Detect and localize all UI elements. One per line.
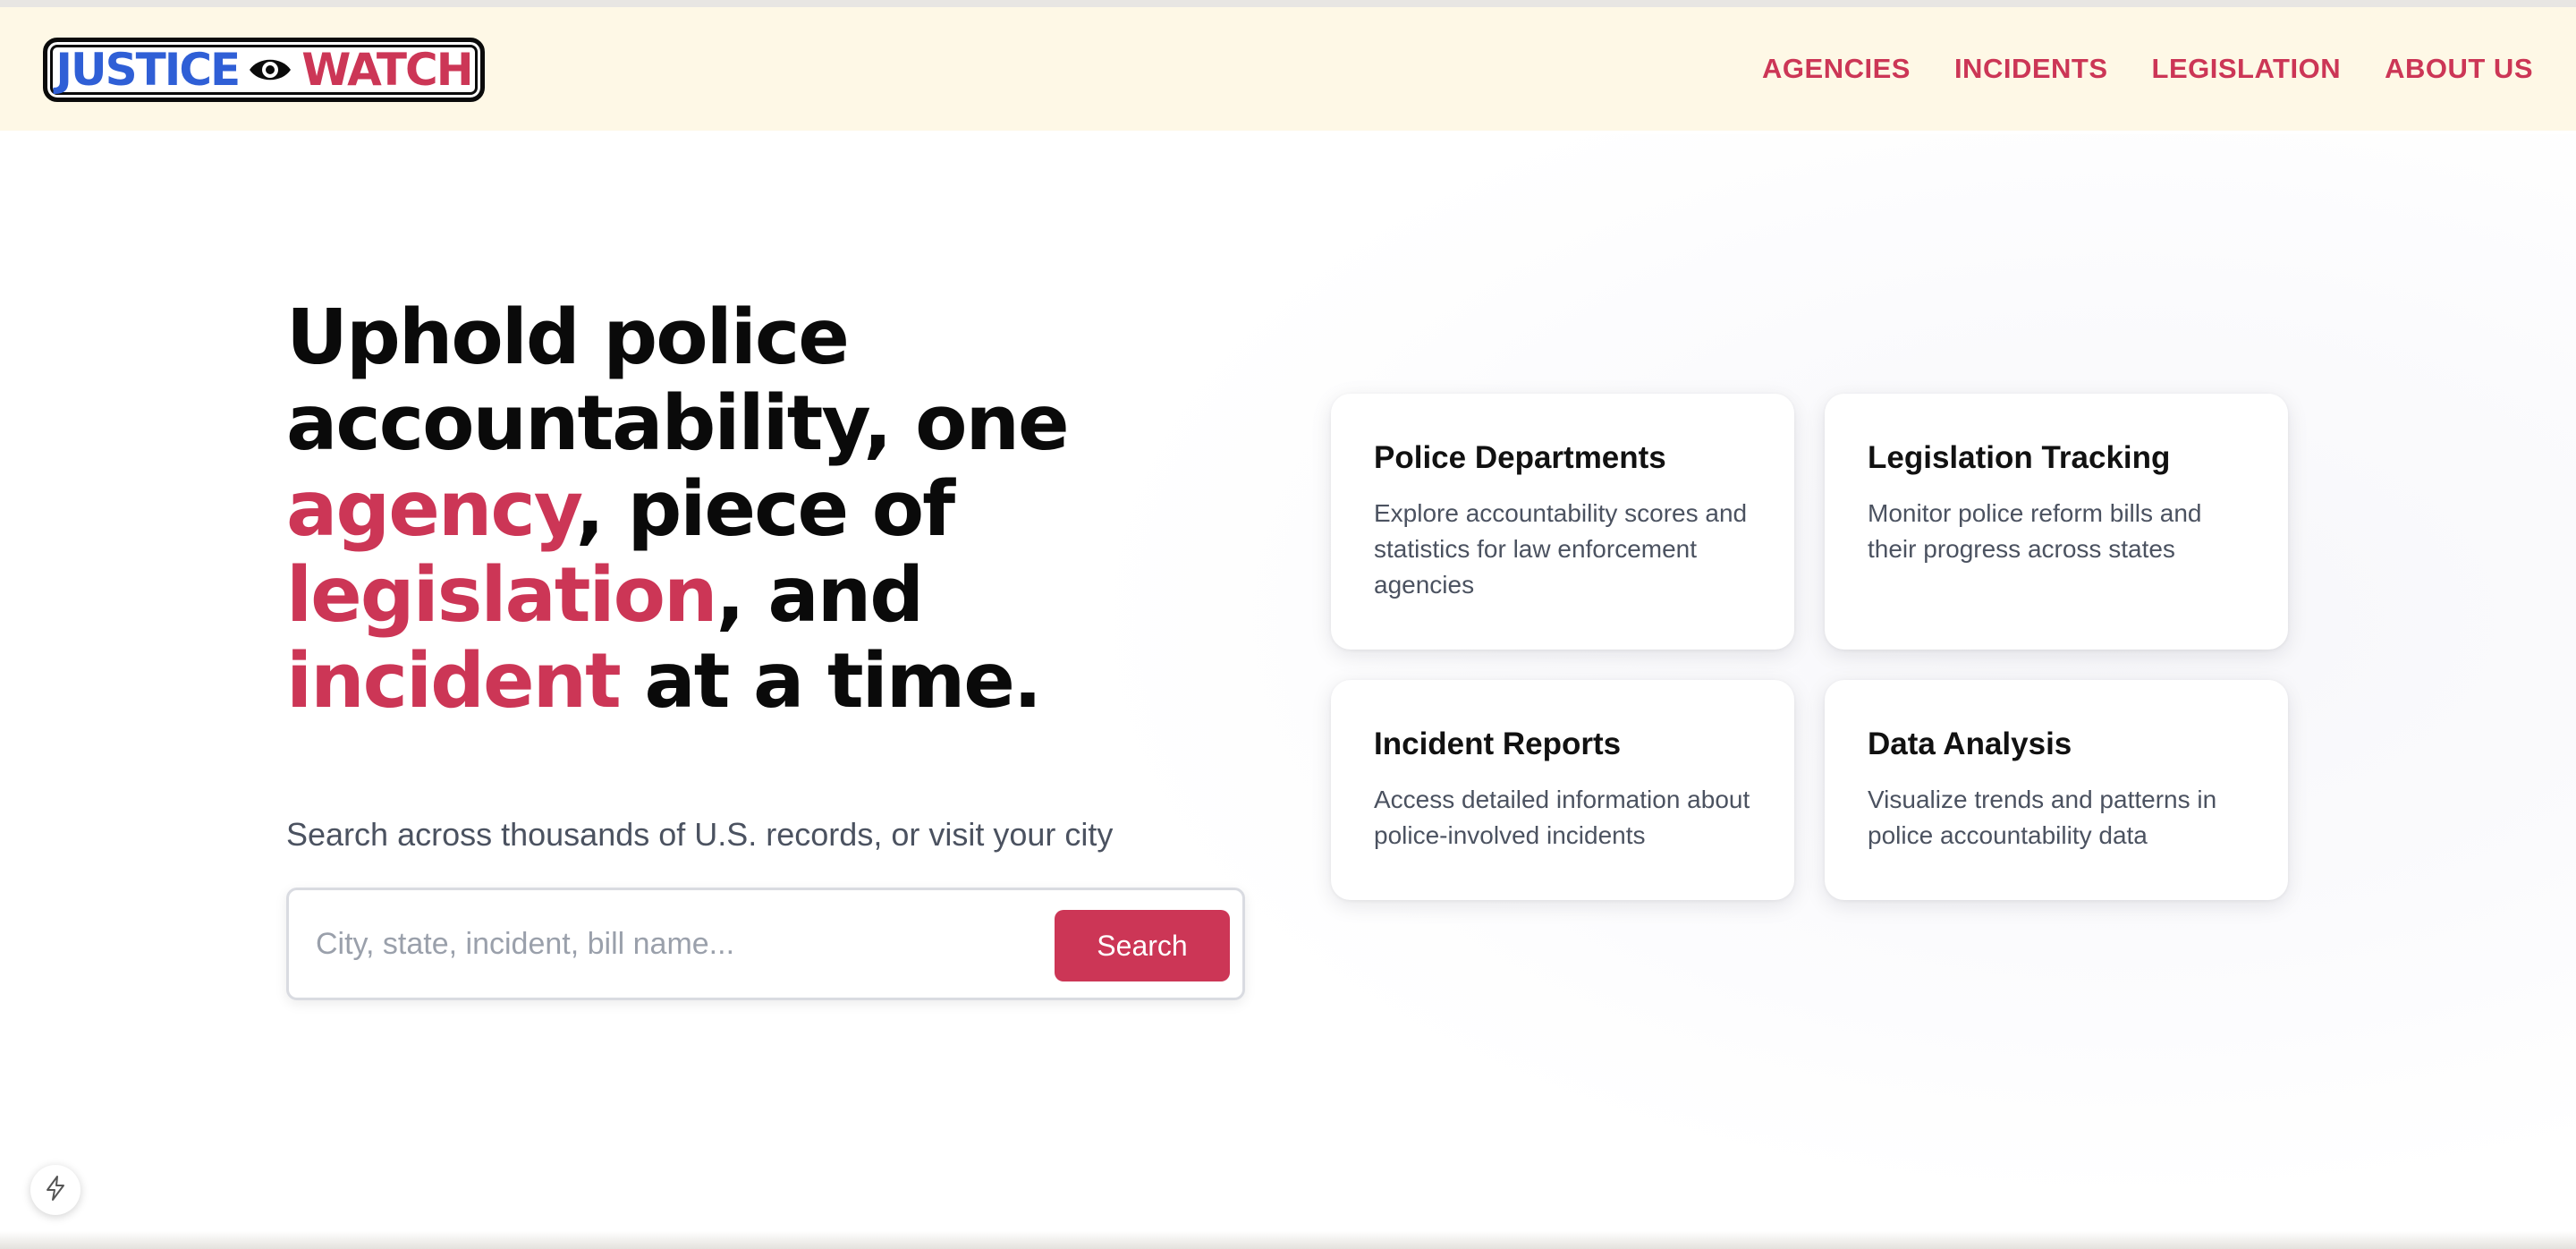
search-button[interactable]: Search — [1055, 910, 1230, 981]
window-top-edge — [0, 0, 2576, 7]
nav-link-about-us[interactable]: ABOUT US — [2385, 53, 2533, 85]
justice-watch-logo[interactable]: JUSTICE WATCH — [43, 38, 485, 102]
headline-accent-agency: agency — [286, 465, 578, 554]
logo-word-watch: WATCH — [301, 44, 473, 96]
card-description: Access detailed information about police… — [1374, 786, 1750, 849]
lightning-icon — [44, 1175, 67, 1206]
headline-text: at a time. — [619, 637, 1042, 726]
card-title: Legislation Tracking — [1868, 440, 2171, 475]
dev-tools-button[interactable] — [30, 1165, 80, 1215]
main-nav: AGENCIES INCIDENTS LEGISLATION ABOUT US — [1762, 7, 2533, 131]
card-title: Police Departments — [1374, 440, 1666, 475]
headline-text: , piece of — [575, 465, 956, 554]
eye-icon — [248, 54, 292, 86]
search-input[interactable] — [316, 912, 1031, 976]
hero-headline: Uphold police accountability, one agency… — [286, 295, 1270, 725]
search-bar: Search — [286, 888, 1245, 1000]
hero-subtitle: Search across thousands of U.S. records,… — [286, 816, 1114, 853]
card-incident-reports[interactable]: Incident Reports Access detailed informa… — [1331, 680, 1794, 900]
nav-link-legislation[interactable]: LEGISLATION — [2152, 53, 2342, 85]
headline-accent-legislation: legislation — [286, 551, 718, 640]
card-description: Visualize trends and patterns in police … — [1868, 786, 2217, 849]
nav-link-agencies[interactable]: AGENCIES — [1762, 53, 1911, 85]
window-bottom-edge — [0, 1231, 2576, 1249]
headline-text: , and — [716, 551, 925, 640]
card-data-analysis[interactable]: Data Analysis Visualize trends and patte… — [1825, 680, 2288, 900]
headline-text: Uphold police accountability, one — [286, 293, 1070, 468]
headline-accent-incident: incident — [286, 637, 622, 726]
card-title: Incident Reports — [1374, 726, 1622, 761]
card-description: Explore accountability scores and statis… — [1374, 499, 1748, 599]
hero-background — [1073, 134, 2576, 1208]
card-police-departments[interactable]: Police Departments Explore accountabilit… — [1331, 394, 1794, 650]
nav-link-incidents[interactable]: INCIDENTS — [1954, 53, 2108, 85]
card-legislation-tracking[interactable]: Legislation Tracking Monitor police refo… — [1825, 394, 2288, 650]
card-title: Data Analysis — [1868, 726, 2072, 761]
logo-word-justice: JUSTICE — [55, 44, 241, 96]
card-description: Monitor police reform bills and their pr… — [1868, 499, 2202, 563]
